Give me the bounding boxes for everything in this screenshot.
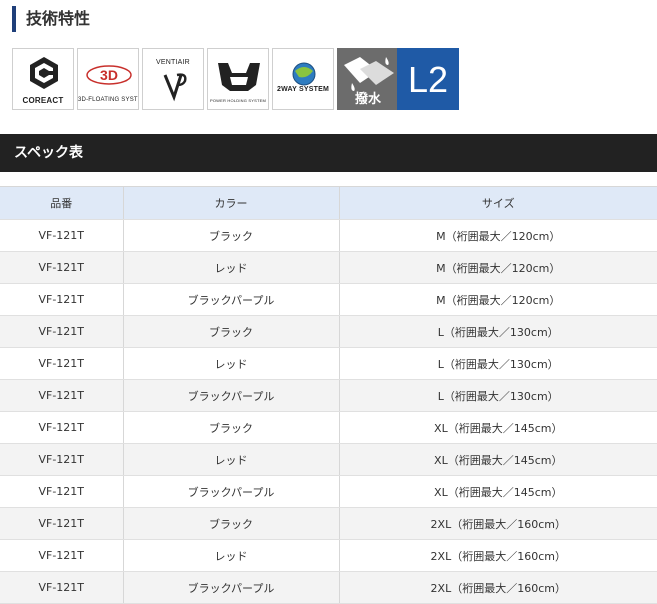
cell-product-number: VF-121T [0,251,124,284]
cell-color: ブラック [123,411,340,444]
3d-floating-label: 3D-FLOATING SYSTEM [78,97,138,103]
power-holding-badge: POWER HOLDING SYSTEM [207,48,269,110]
cell-color: レッド [123,443,340,476]
cell-product-number: VF-121T [0,507,124,540]
2way-system-label: 2WAY SYSTEM [277,86,329,93]
cell-size: M（裄囲最大／120cm） [339,251,657,284]
cell-product-number: VF-121T [0,283,124,316]
table-row: VF-121T レッド XL（裄囲最大／145cm） [0,443,657,476]
cell-color: ブラックパープル [123,379,340,412]
cell-color: ブラックパープル [123,475,340,508]
table-header-row: 品番 カラー サイズ [0,186,657,220]
cell-size: XL（裄囲最大／145cm） [339,411,657,444]
spec-table-title: スペック表 [0,134,657,172]
cell-size: XL（裄囲最大／145cm） [339,443,657,476]
cell-size: XL（裄囲最大／145cm） [339,475,657,508]
coreact-label: COREACT [22,96,64,105]
cell-size: 2XL（裄囲最大／160cm） [339,571,657,604]
cell-product-number: VF-121T [0,315,124,348]
ventiair-icon [163,73,187,102]
table-row: VF-121T ブラック M（裄囲最大／120cm） [0,219,657,252]
table-row: VF-121T ブラックパープル XL（裄囲最大／145cm） [0,475,657,508]
cell-size: 2XL（裄囲最大／160cm） [339,507,657,540]
table-row: VF-121T ブラックパープル M（裄囲最大／120cm） [0,283,657,316]
cell-product-number: VF-121T [0,347,124,380]
cell-product-number: VF-121T [0,411,124,444]
cell-color: ブラック [123,507,340,540]
cell-size: L（裄囲最大／130cm） [339,379,657,412]
ventiair-badge: VENTIAIR [142,48,204,110]
power-holding-label: POWER HOLDING SYSTEM [209,98,266,103]
cell-size: L（裄囲最大／130cm） [339,315,657,348]
header-color: カラー [123,186,340,220]
table-row: VF-121T レッド 2XL（裄囲最大／160cm） [0,539,657,572]
coreact-badge: COREACT [12,48,74,110]
2way-globe-icon [292,62,316,86]
table-row: VF-121T レッド M（裄囲最大／120cm） [0,251,657,284]
cell-product-number: VF-121T [0,443,124,476]
cell-product-number: VF-121T [0,475,124,508]
table-row: VF-121T ブラック XL（裄囲最大／145cm） [0,411,657,444]
cell-product-number: VF-121T [0,539,124,572]
cell-color: レッド [123,347,340,380]
cell-size: 2XL（裄囲最大／160cm） [339,539,657,572]
water-repellent-label: 撥水 [354,92,381,107]
cell-product-number: VF-121T [0,219,124,252]
header-size: サイズ [339,186,657,220]
spec-table: 品番 カラー サイズ VF-121T ブラック M（裄囲最大／120cm） VF… [0,186,657,604]
cell-size: M（裄囲最大／120cm） [339,219,657,252]
cell-color: ブラックパープル [123,283,340,316]
table-row: VF-121T ブラック 2XL（裄囲最大／160cm） [0,507,657,540]
l2-label: L2 [407,59,449,100]
cell-size: M（裄囲最大／120cm） [339,283,657,316]
header-product-number: 品番 [0,186,124,220]
cell-color: ブラックパープル [123,571,340,604]
l2-badge: L2 [397,48,459,110]
cell-color: ブラック [123,219,340,252]
cell-size: L（裄囲最大／130cm） [339,347,657,380]
table-row: VF-121T ブラックパープル 2XL（裄囲最大／160cm） [0,571,657,604]
cell-product-number: VF-121T [0,379,124,412]
svg-text:3D: 3D [100,67,118,83]
cell-color: ブラック [123,315,340,348]
cell-color: レッド [123,251,340,284]
table-row: VF-121T ブラック L（裄囲最大／130cm） [0,315,657,348]
table-row: VF-121T レッド L（裄囲最大／130cm） [0,347,657,380]
2way-system-badge: 2WAY SYSTEM [272,48,334,110]
cell-product-number: VF-121T [0,571,124,604]
water-repellent-badge: 撥水 [337,48,399,110]
table-row: VF-121T ブラックパープル L（裄囲最大／130cm） [0,379,657,412]
3d-floating-badge: 3D 3D-FLOATING SYSTEM [77,48,139,110]
cell-color: レッド [123,539,340,572]
section-title: 技術特性 [12,6,90,32]
